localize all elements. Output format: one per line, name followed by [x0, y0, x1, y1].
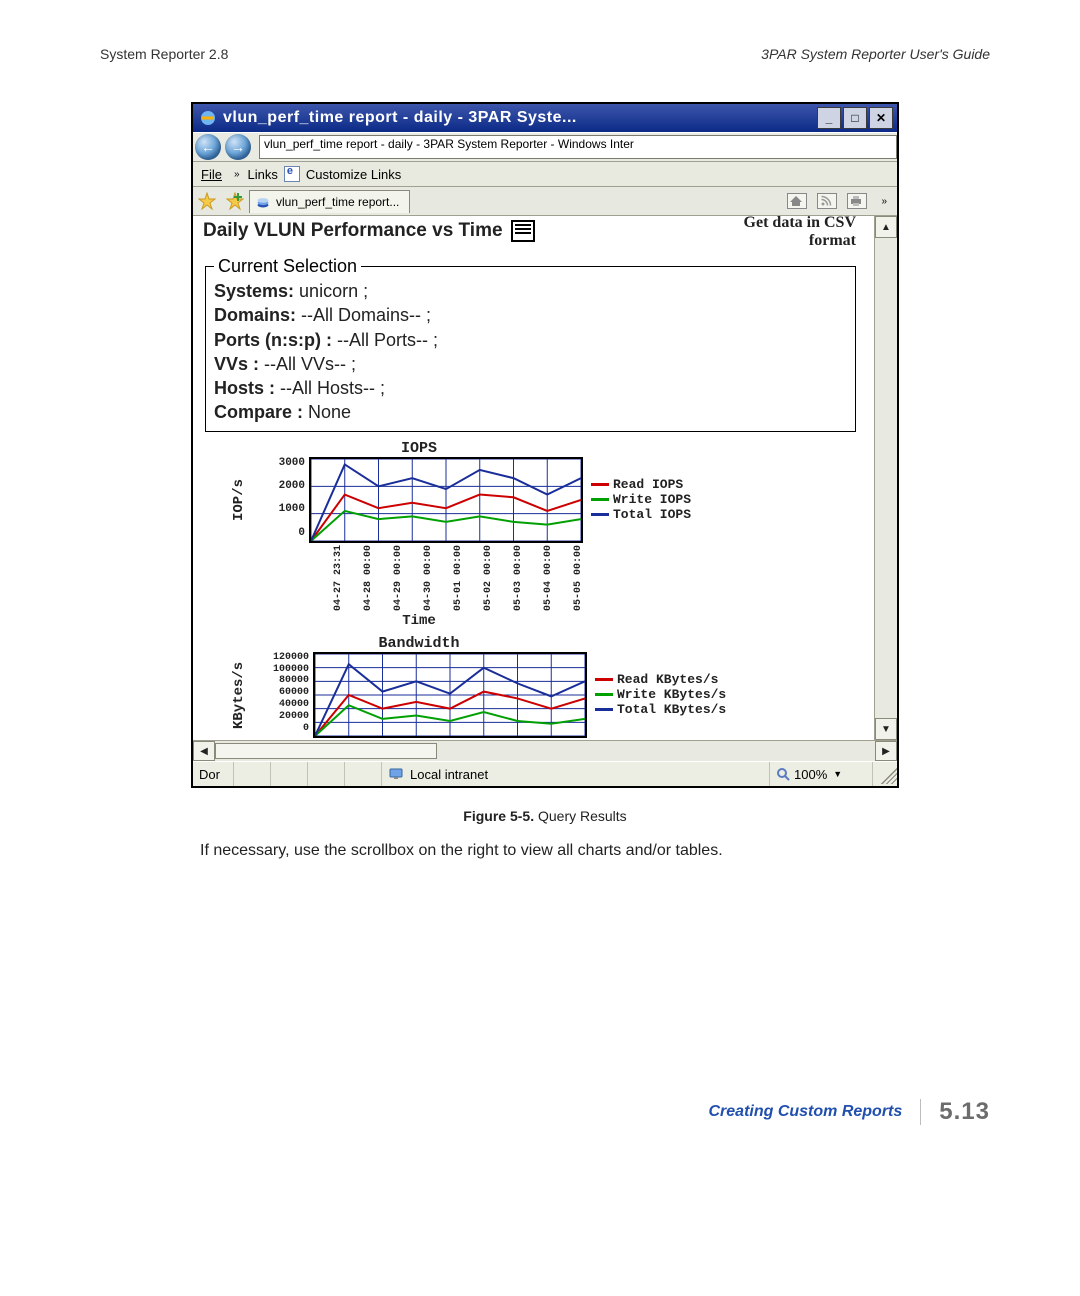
- intranet-icon: [388, 766, 404, 782]
- scroll-right-arrow[interactable]: ▶: [875, 741, 897, 761]
- window-title: vlun_perf_time report - daily - 3PAR Sys…: [223, 109, 817, 127]
- forward-button[interactable]: →: [225, 134, 251, 160]
- zoom-icon: [776, 767, 790, 781]
- tab-label: vlun_perf_time report...: [276, 195, 399, 209]
- doc-header-right: 3PAR System Reporter User's Guide: [761, 46, 990, 62]
- scroll-left-arrow[interactable]: ◀: [193, 741, 215, 761]
- window-titlebar: vlun_perf_time report - daily - 3PAR Sys…: [193, 104, 897, 132]
- add-favorite-icon[interactable]: [226, 192, 244, 210]
- window-resize-grip[interactable]: [877, 764, 897, 784]
- x-ticks: 04-27 23:3104-28 00:0004-29 00:0004-30 0…: [333, 545, 866, 611]
- tab-bar: vlun_perf_time report... »: [193, 187, 897, 216]
- y-ticks: 3000200010000: [249, 457, 309, 539]
- iops-chart: IOPS IOP/s 3000200010000 Read IOPSWrite …: [229, 440, 866, 629]
- report-title: Daily VLUN Performance vs Time: [203, 220, 535, 242]
- ie-page-icon: [284, 166, 300, 182]
- scroll-thumb[interactable]: [215, 743, 437, 759]
- scroll-down-arrow[interactable]: ▼: [875, 718, 897, 740]
- menu-bar: File » Links Customize Links: [193, 162, 897, 187]
- feeds-button[interactable]: [817, 193, 837, 209]
- links-label: Links: [248, 167, 278, 182]
- sel-systems: Systems: unicorn ;: [214, 279, 847, 303]
- favorites-icon[interactable]: [198, 192, 216, 210]
- status-bar: Dor Local intranet 100% ▼: [193, 761, 897, 786]
- print-button[interactable]: [847, 193, 867, 209]
- scroll-up-arrow[interactable]: ▲: [875, 216, 897, 238]
- sel-ports: Ports (n:s:p) : --All Ports-- ;: [214, 328, 847, 352]
- chart-plot-area: [309, 457, 583, 543]
- status-left-text: Dor: [193, 762, 234, 786]
- maximize-button[interactable]: □: [843, 107, 867, 129]
- chart-legend: Read KBytes/sWrite KBytes/sTotal KBytes/…: [595, 652, 726, 738]
- page-footer: Creating Custom Reports 5.13: [100, 1090, 990, 1126]
- y-axis-label: IOP/s: [229, 457, 249, 543]
- menu-expand-icon[interactable]: »: [230, 169, 244, 180]
- home-button[interactable]: [787, 193, 807, 209]
- report-content: Daily VLUN Performance vs Time Get data …: [193, 216, 874, 740]
- export-doc-icon[interactable]: [511, 220, 535, 242]
- y-ticks: 120000100000800006000040000200000: [249, 652, 313, 734]
- customize-links[interactable]: Customize Links: [306, 167, 401, 182]
- current-selection-panel: Current Selection Systems: unicorn ; Dom…: [205, 256, 856, 432]
- file-menu[interactable]: File: [193, 165, 230, 184]
- back-button[interactable]: ←: [195, 134, 221, 160]
- chart-title: Bandwidth: [229, 635, 609, 652]
- x-axis-label: Time: [229, 613, 609, 629]
- chart-legend: Read IOPSWrite IOPSTotal IOPS: [591, 457, 691, 543]
- figure-caption: Figure 5-5. Query Results: [100, 808, 990, 824]
- scroll-track[interactable]: [875, 238, 897, 718]
- body-paragraph: If necessary, use the scrollbox on the r…: [200, 842, 990, 860]
- footer-page-number: 5.13: [939, 1098, 990, 1126]
- sel-vvs: VVs : --All VVs-- ;: [214, 352, 847, 376]
- sel-compare: Compare : None: [214, 400, 847, 424]
- chart-plot-area: [313, 652, 587, 738]
- chart-title: IOPS: [229, 440, 609, 457]
- minimize-button[interactable]: _: [817, 107, 841, 129]
- current-selection-legend: Current Selection: [214, 256, 361, 277]
- active-tab[interactable]: vlun_perf_time report...: [249, 190, 410, 213]
- vertical-scrollbar[interactable]: ▲ ▼: [874, 216, 897, 740]
- footer-divider: [920, 1099, 921, 1125]
- address-field[interactable]: vlun_perf_time report - daily - 3PAR Sys…: [259, 135, 897, 159]
- y-axis-label: KBytes/s: [229, 652, 249, 738]
- status-zoom[interactable]: 100% ▼: [770, 762, 873, 786]
- bandwidth-chart: Bandwidth KBytes/s 120000100000800006000…: [229, 635, 866, 740]
- sel-hosts: Hosts : --All Hosts-- ;: [214, 376, 847, 400]
- nav-toolbar: ← → vlun_perf_time report - daily - 3PAR…: [193, 132, 897, 162]
- footer-section-title: Creating Custom Reports: [708, 1103, 902, 1121]
- doc-header-left: System Reporter 2.8: [100, 46, 228, 62]
- csv-link[interactable]: Get data in CSV format: [744, 216, 856, 250]
- ie-logo-icon: [199, 109, 217, 127]
- horizontal-scrollbar[interactable]: ◀ ▶: [193, 740, 897, 761]
- status-security-zone: Local intranet: [382, 762, 770, 786]
- close-button[interactable]: ✕: [869, 107, 893, 129]
- toolbar-overflow-icon[interactable]: »: [877, 196, 891, 207]
- browser-window: vlun_perf_time report - daily - 3PAR Sys…: [191, 102, 899, 788]
- tab-favicon-icon: [256, 195, 270, 209]
- sel-domains: Domains: --All Domains-- ;: [214, 303, 847, 327]
